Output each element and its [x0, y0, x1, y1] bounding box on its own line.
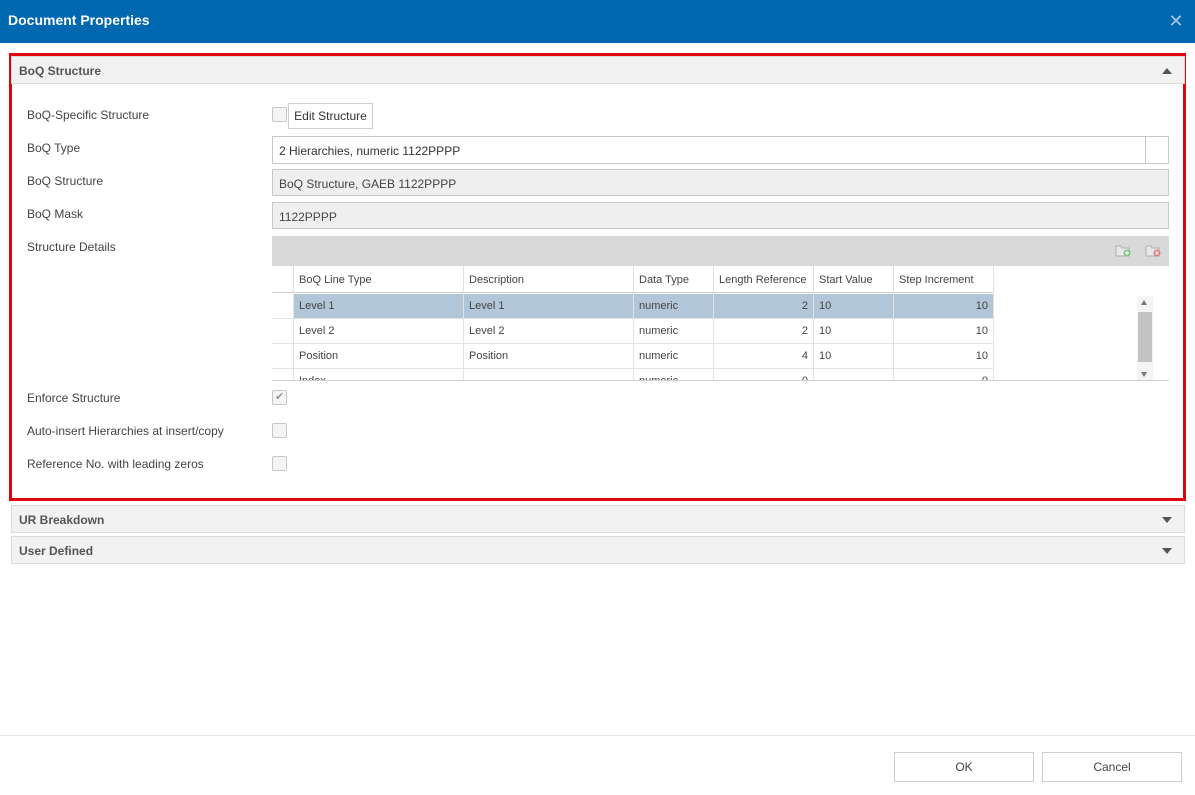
scroll-thumb[interactable] [1138, 312, 1152, 362]
leading-zeros-checkbox[interactable] [272, 456, 287, 471]
cell-line-type[interactable]: Level 2 [294, 319, 464, 343]
panel-title: User Defined [19, 544, 94, 558]
cell-data-type[interactable]: numeric [634, 319, 714, 343]
boq-structure-value: BoQ Structure, GAEB 1122PPPP [279, 177, 457, 191]
cell-length[interactable]: 4 [714, 344, 814, 368]
add-folder-icon[interactable] [1115, 243, 1131, 257]
cancel-button[interactable]: Cancel [1042, 752, 1182, 782]
grid-scrollbar[interactable] [1137, 296, 1153, 380]
ok-button[interactable]: OK [894, 752, 1034, 782]
cell-length[interactable]: 0 [714, 369, 814, 380]
table-row[interactable]: Index numeric 0 0 [272, 369, 994, 380]
panel-title: UR Breakdown [19, 513, 105, 527]
cell-start[interactable]: 10 [814, 344, 894, 368]
structure-details-label: Structure Details [27, 240, 116, 254]
cell-description[interactable]: Level 1 [464, 294, 634, 318]
collapse-icon[interactable] [1162, 68, 1172, 74]
cell-description[interactable] [464, 369, 634, 380]
boq-structure-field: BoQ Structure, GAEB 1122PPPP [272, 169, 1169, 196]
auto-insert-label: Auto-insert Hierarchies at insert/copy [27, 424, 224, 438]
footer-divider [0, 735, 1195, 736]
cell-start[interactable] [814, 369, 894, 380]
grid-header-cell[interactable]: BoQ Line Type [294, 266, 464, 293]
leading-zeros-label: Reference No. with leading zeros [27, 457, 204, 471]
cell-start[interactable]: 10 [814, 319, 894, 343]
table-row[interactable]: Level 1 Level 1 numeric 2 10 10 [272, 294, 994, 319]
row-selector[interactable] [272, 344, 294, 368]
cell-data-type[interactable]: numeric [634, 369, 714, 380]
cell-data-type[interactable]: numeric [634, 344, 714, 368]
dialog-title: Document Properties [8, 12, 150, 28]
panel-header-ur-breakdown[interactable]: UR Breakdown [11, 505, 1185, 533]
grid-toolbar [272, 236, 1169, 266]
structure-details-grid: BoQ Line Type Description Data Type Leng… [272, 266, 1169, 381]
grid-header-cell[interactable]: Data Type [634, 266, 714, 293]
grid-header-cell[interactable]: Length Reference [714, 266, 814, 293]
cell-start[interactable]: 10 [814, 294, 894, 318]
scroll-up-icon[interactable] [1141, 300, 1147, 305]
enforce-structure-checkbox[interactable] [272, 390, 287, 405]
grid-header-cell[interactable]: Description [464, 266, 634, 293]
grid-header: BoQ Line Type Description Data Type Leng… [272, 266, 994, 293]
cell-data-type[interactable]: numeric [634, 294, 714, 318]
boq-specific-structure-label: BoQ-Specific Structure [27, 108, 150, 122]
boq-type-value: 2 Hierarchies, numeric 1122PPPP [279, 144, 461, 158]
grid-header-selector [272, 266, 294, 293]
row-selector[interactable] [272, 319, 294, 343]
table-row[interactable]: Level 2 Level 2 numeric 2 10 10 [272, 319, 994, 344]
table-row[interactable]: Position Position numeric 4 10 10 [272, 344, 994, 369]
cell-step[interactable]: 10 [894, 294, 994, 318]
auto-insert-checkbox[interactable] [272, 423, 287, 438]
panel-header-boq-structure[interactable]: BoQ Structure [11, 56, 1185, 84]
cell-line-type[interactable]: Index [294, 369, 464, 380]
boq-mask-value: 1122PPPP [279, 210, 337, 224]
delete-folder-icon[interactable] [1145, 243, 1161, 257]
cell-line-type[interactable]: Position [294, 344, 464, 368]
scroll-down-icon[interactable] [1141, 372, 1147, 377]
dropdown-button[interactable] [1145, 137, 1168, 163]
cell-description[interactable]: Level 2 [464, 319, 634, 343]
boq-specific-structure-checkbox[interactable] [272, 107, 287, 122]
cell-length[interactable]: 2 [714, 294, 814, 318]
close-icon[interactable]: ✕ [1168, 11, 1184, 31]
cell-step[interactable]: 10 [894, 344, 994, 368]
cell-line-type[interactable]: Level 1 [294, 294, 464, 318]
cell-step[interactable]: 10 [894, 319, 994, 343]
enforce-structure-label: Enforce Structure [27, 391, 121, 405]
panel-title: BoQ Structure [19, 64, 102, 78]
dialog-titlebar: Document Properties ✕ [0, 0, 1195, 43]
row-selector[interactable] [272, 294, 294, 318]
boq-mask-field: 1122PPPP [272, 202, 1169, 229]
panel-header-user-defined[interactable]: User Defined [11, 536, 1185, 564]
expand-icon[interactable] [1162, 548, 1172, 554]
row-selector[interactable] [272, 369, 294, 380]
boq-mask-label: BoQ Mask [27, 207, 84, 221]
cell-description[interactable]: Position [464, 344, 634, 368]
boq-type-select[interactable]: 2 Hierarchies, numeric 1122PPPP [272, 136, 1169, 164]
cell-length[interactable]: 2 [714, 319, 814, 343]
boq-type-label: BoQ Type [27, 141, 81, 155]
edit-structure-button[interactable]: Edit Structure [288, 103, 373, 129]
grid-header-cell[interactable]: Start Value [814, 266, 894, 293]
expand-icon[interactable] [1162, 517, 1172, 523]
cell-step[interactable]: 0 [894, 369, 994, 380]
boq-structure-label: BoQ Structure [27, 174, 104, 188]
grid-header-cell[interactable]: Step Increment [894, 266, 994, 293]
